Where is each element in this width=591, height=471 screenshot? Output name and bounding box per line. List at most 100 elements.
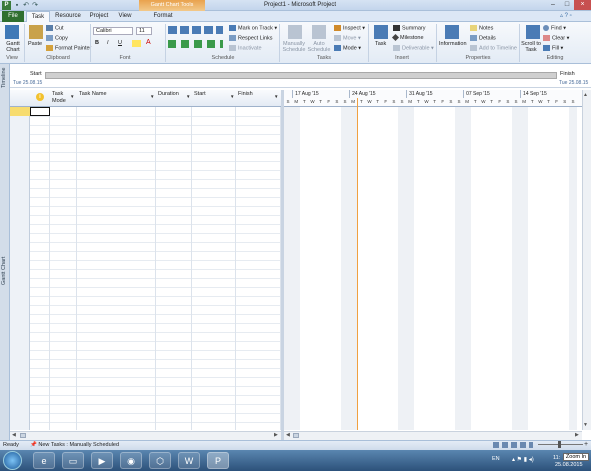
project-app-icon[interactable]: P (2, 1, 11, 10)
windows-taskbar (0, 450, 591, 471)
scroll-left-icon[interactable]: ◀ (286, 432, 290, 438)
gantt-chart-pane[interactable] (284, 90, 582, 430)
respect-links-button[interactable]: Respect Links (229, 35, 273, 41)
italic-button[interactable]: I (107, 40, 109, 46)
tray-icons[interactable]: ▴ ⚑ ▮ ◂) (512, 456, 534, 463)
timeline-bar[interactable] (45, 72, 557, 79)
inactivate-button[interactable]: Inactivate (229, 45, 262, 51)
manually-schedule-button[interactable]: Manually Schedule (282, 41, 306, 53)
notes-button[interactable]: Notes (470, 25, 493, 31)
scroll-to-task-button[interactable]: Scroll to Task (521, 41, 541, 53)
inspect-button[interactable]: Inspect ▾ (334, 25, 365, 31)
insert-task-button[interactable]: Task (375, 41, 386, 47)
file-explorer-icon[interactable]: ▭ (62, 452, 84, 469)
milestone-button[interactable]: Milestone (391, 34, 424, 42)
tab-resource[interactable]: Resource (53, 11, 83, 22)
chevron-down-icon[interactable]: ▼ (274, 94, 278, 99)
weekend-column (340, 107, 358, 430)
tab-task[interactable]: Task (26, 11, 50, 22)
clock-time: 11: (553, 455, 561, 461)
minimize-button[interactable]: – (546, 0, 560, 10)
clear-button[interactable]: Clear ▾ (543, 35, 569, 41)
chevron-down-icon[interactable]: ▼ (150, 94, 154, 99)
notes-icon (470, 25, 477, 31)
vertical-scrollbar[interactable] (582, 90, 591, 430)
underline-button[interactable]: U (118, 40, 122, 46)
copy-button[interactable]: Copy (46, 35, 68, 41)
find-button[interactable]: Find ▾ (543, 25, 566, 31)
timescale-week-label: 24 Aug '15 (349, 90, 406, 98)
paste-button[interactable]: Paste (28, 41, 42, 47)
column-header-finish[interactable]: Finish (238, 91, 253, 98)
format-painter-button[interactable]: Format Painter (46, 45, 91, 51)
information-button[interactable]: Information (439, 41, 467, 47)
cut-button[interactable]: Cut (46, 25, 64, 31)
selected-row-header[interactable] (10, 107, 30, 116)
new-tasks-mode-button[interactable]: 📌 New Tasks : Manually Scheduled (30, 440, 119, 450)
scroll-right-icon[interactable]: ▶ (274, 432, 278, 438)
column-header-start[interactable]: Start (194, 91, 206, 98)
tab-view[interactable]: View (114, 11, 136, 22)
zoom-slider-thumb[interactable] (558, 441, 561, 448)
timescale-day-label: W (310, 99, 315, 104)
details-button[interactable]: Details (470, 35, 496, 41)
highlight-color-icon[interactable] (132, 40, 141, 47)
word-icon[interactable]: W (178, 452, 200, 469)
view-shortcut-icons[interactable] (493, 442, 533, 448)
chrome-icon[interactable]: ◉ (120, 452, 142, 469)
scroll-thumb[interactable] (20, 433, 26, 438)
media-player-icon[interactable]: ▶ (91, 452, 113, 469)
selected-cell[interactable] (30, 107, 50, 116)
link-indent-icons[interactable] (168, 40, 223, 48)
deliverable-button[interactable]: Deliverable ▾ (393, 45, 434, 51)
maximize-button[interactable]: □ (560, 0, 574, 10)
indicators-info-icon[interactable]: i (36, 93, 44, 101)
gantt-chart-side-label[interactable]: Gantt Chart (1, 245, 7, 285)
auto-schedule-button[interactable]: Auto Schedule (307, 41, 331, 53)
font-color-icon[interactable]: A (146, 39, 151, 46)
scissors-icon (46, 25, 53, 31)
scroll-down-icon[interactable]: ▼ (583, 422, 588, 428)
font-family-select[interactable]: Calibri (93, 27, 133, 35)
chevron-down-icon[interactable]: ▼ (230, 94, 234, 99)
mark-on-track-icon (229, 25, 236, 31)
acrobat-icon[interactable]: ⬡ (149, 452, 171, 469)
mode-button[interactable]: Mode ▾ (334, 45, 361, 51)
column-header-duration[interactable]: Duration (158, 91, 179, 98)
bold-button[interactable]: B (95, 40, 99, 46)
tab-format[interactable]: Format (150, 11, 176, 22)
summary-button[interactable]: Summary (393, 25, 426, 31)
scroll-up-icon[interactable]: ▲ (583, 92, 588, 98)
gantt-horizontal-scrollbar[interactable] (284, 431, 582, 440)
mark-on-track-button[interactable]: Mark on Track ▾ (229, 25, 277, 31)
help-icon[interactable]: ▵ ? ▫ (560, 12, 572, 19)
save-icon[interactable]: ▪ (13, 1, 21, 10)
language-indicator[interactable]: EN (492, 456, 500, 462)
zoom-in-icon[interactable]: + (584, 440, 588, 449)
start-button-icon[interactable] (3, 451, 22, 470)
gantt-chart-button[interactable]: Gantt Chart (2, 41, 24, 53)
chevron-down-icon[interactable]: ▼ (186, 94, 190, 99)
scroll-left-icon[interactable]: ◀ (12, 432, 16, 438)
percent-complete-icons[interactable] (168, 26, 223, 34)
redo-icon[interactable]: ↷ (31, 1, 39, 10)
tab-project[interactable]: Project (86, 11, 112, 22)
scroll-thumb[interactable] (293, 433, 299, 438)
column-header-task-name[interactable]: Task Name (79, 91, 107, 98)
move-button[interactable]: Move ▾ (334, 35, 361, 41)
add-to-timeline-button[interactable]: Add to Timeline (470, 45, 517, 51)
grid-horizontal-scrollbar[interactable] (10, 431, 281, 440)
respect-links-label: Respect Links (238, 35, 273, 42)
undo-icon[interactable]: ↶ (22, 1, 30, 10)
group-label-editing: Editing (546, 55, 564, 61)
fill-button[interactable]: Fill ▾ (543, 45, 563, 51)
internet-explorer-icon[interactable]: e (33, 452, 55, 469)
close-button[interactable]: × (574, 0, 591, 10)
timeline-side-label[interactable]: Timeline (1, 66, 7, 88)
tab-file[interactable]: File (2, 11, 24, 22)
chevron-down-icon[interactable]: ▼ (70, 94, 74, 99)
scroll-right-icon[interactable]: ▶ (575, 432, 579, 438)
font-size-select[interactable]: 11 (136, 27, 152, 35)
project-taskbar-icon[interactable]: P (207, 452, 229, 469)
timescale-day-label: T (416, 99, 420, 104)
